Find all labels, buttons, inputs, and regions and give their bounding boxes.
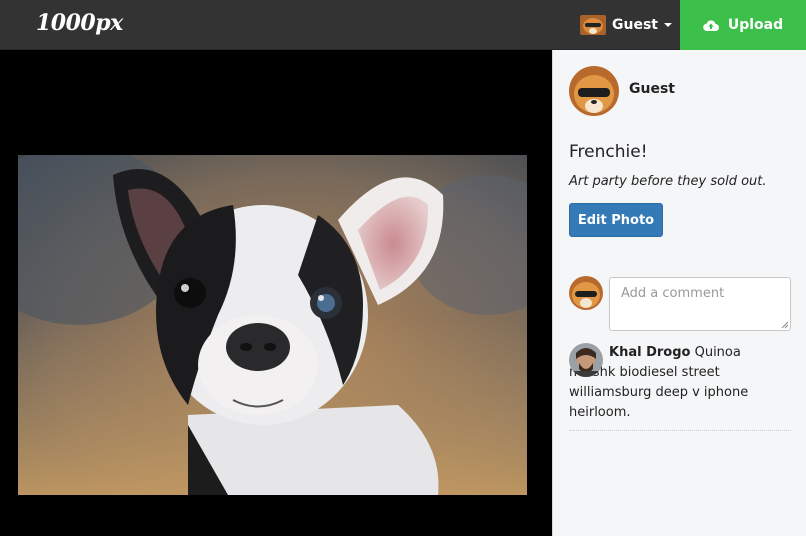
photo-sidebar: Guest Frenchie! Art party before they so… (552, 50, 806, 536)
user-menu[interactable]: Guest (580, 0, 672, 50)
photo-title: Frenchie! (569, 142, 648, 162)
upload-label: Upload (727, 17, 784, 33)
user-avatar (580, 15, 606, 35)
main-photo[interactable] (18, 155, 527, 495)
commenter-name[interactable]: Khal Drogo (609, 345, 690, 360)
comment-item: Khal Drogo Quinoa mlkshk biodiesel stree… (569, 343, 791, 431)
user-name: Guest (612, 17, 658, 33)
chevron-down-icon (663, 23, 672, 27)
top-navbar: 1000px Guest Upload (0, 0, 806, 50)
current-user-avatar (569, 276, 603, 310)
owner-name[interactable]: Guest (629, 81, 675, 97)
commenter-avatar[interactable] (569, 343, 603, 377)
comment-input[interactable] (609, 277, 791, 331)
photo-viewer (0, 50, 552, 536)
photo-description: Art party before they sold out. (569, 174, 767, 189)
upload-button[interactable]: Upload (680, 0, 806, 50)
brand-logo[interactable]: 1000px (36, 10, 123, 36)
cloud-upload-icon (703, 20, 719, 31)
owner-avatar[interactable] (569, 66, 619, 116)
edit-photo-button[interactable]: Edit Photo (569, 203, 663, 237)
resize-handle-icon[interactable] (781, 321, 789, 329)
